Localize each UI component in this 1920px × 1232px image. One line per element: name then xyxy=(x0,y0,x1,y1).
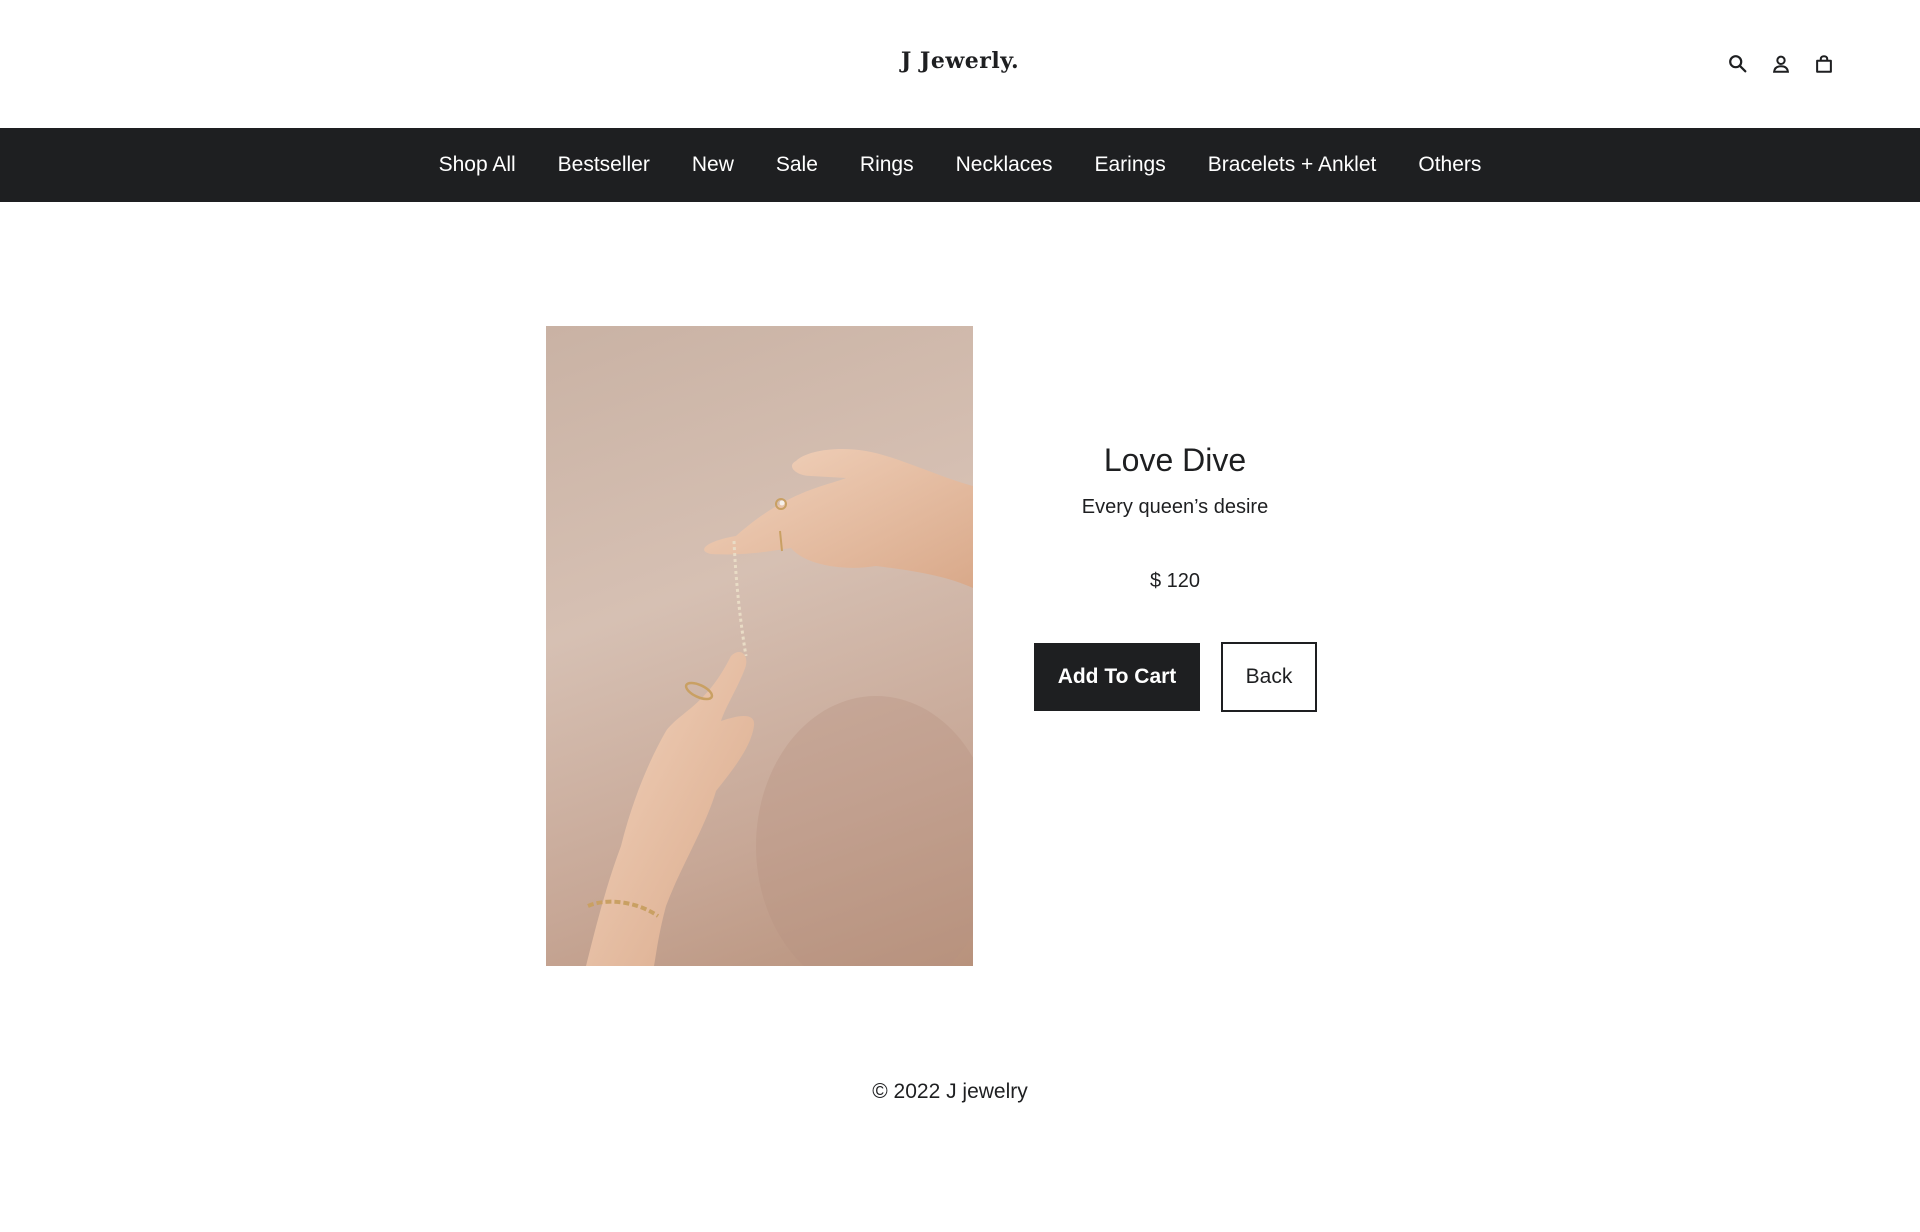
nav-item-shop-all[interactable]: Shop All xyxy=(439,153,516,177)
footer-copyright: © 2022 J jewelry xyxy=(872,1080,1028,1103)
nav-item-rings[interactable]: Rings xyxy=(860,153,914,177)
cart-icon[interactable] xyxy=(1812,52,1836,76)
main-nav: Shop All Bestseller New Sale Rings Neckl… xyxy=(0,128,1920,202)
back-button[interactable]: Back xyxy=(1221,642,1317,712)
nav-item-new[interactable]: New xyxy=(692,153,734,177)
nav-item-necklaces[interactable]: Necklaces xyxy=(956,153,1053,177)
nav-list: Shop All Bestseller New Sale Rings Neckl… xyxy=(0,128,1920,202)
site-logo[interactable]: J Jewerly. xyxy=(0,48,1920,74)
nav-item-bestseller[interactable]: Bestseller xyxy=(558,153,650,177)
add-to-cart-button[interactable]: Add To Cart xyxy=(1034,643,1200,711)
user-icon[interactable] xyxy=(1769,52,1793,76)
nav-item-bracelets-anklet[interactable]: Bracelets + Anklet xyxy=(1208,153,1377,177)
site-header: J Jewerly. xyxy=(0,0,1920,128)
product-subtitle: Every queen’s desire xyxy=(1081,496,1269,518)
product-price: $ 120 xyxy=(1149,570,1201,592)
search-icon[interactable] xyxy=(1726,52,1750,76)
nav-item-others[interactable]: Others xyxy=(1418,153,1481,177)
product-title: Love Dive xyxy=(1103,442,1247,478)
product-image xyxy=(546,326,973,966)
nav-item-earings[interactable]: Earings xyxy=(1094,153,1165,177)
nav-item-sale[interactable]: Sale xyxy=(776,153,818,177)
